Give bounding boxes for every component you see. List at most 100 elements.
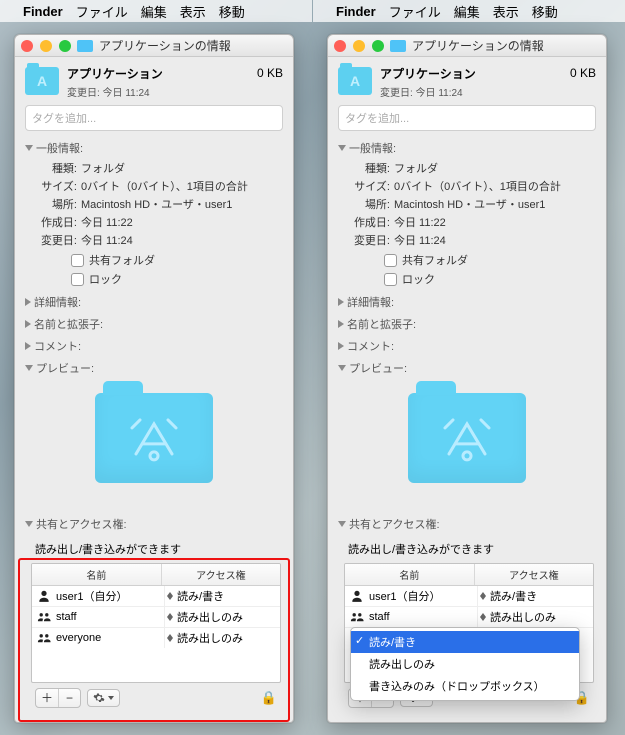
folder-preview-icon <box>408 393 526 483</box>
folder-icon <box>25 67 59 95</box>
locked-checkbox[interactable]: ロック <box>348 268 592 287</box>
section-sharing[interactable]: 共有とアクセス権: <box>21 513 287 535</box>
section-preview[interactable]: プレビュー: <box>334 357 600 379</box>
table-row[interactable]: user1（自分） 読み/書き <box>32 586 280 607</box>
menubar[interactable]: Finder ファイル 編集 表示 移動 <box>0 0 312 22</box>
menu-view[interactable]: 表示 <box>493 2 519 21</box>
shared-folder-checkbox[interactable]: 共有フォルダ <box>35 249 279 268</box>
stepper-icon <box>480 592 487 600</box>
user-icon <box>37 590 51 602</box>
preview-area <box>21 379 287 513</box>
menu-edit[interactable]: 編集 <box>141 2 167 21</box>
dropdown-option[interactable]: 書き込みのみ（ドロップボックス） <box>351 675 579 697</box>
menu-edit[interactable]: 編集 <box>454 2 480 21</box>
section-comments[interactable]: コメント: <box>334 335 600 357</box>
table-row[interactable]: staff読み出しのみ <box>32 607 280 628</box>
zoom-icon[interactable] <box>372 40 384 52</box>
checkbox-icon <box>71 273 84 286</box>
folder-name: アプリケーション <box>67 65 249 82</box>
titlebar-folder-icon <box>390 40 406 52</box>
minimize-icon[interactable] <box>353 40 365 52</box>
titlebar-folder-icon <box>77 40 93 52</box>
menu-go[interactable]: 移動 <box>532 2 558 21</box>
disclosure-open-icon <box>25 145 33 151</box>
permission-cell[interactable]: 読み出しのみ <box>165 628 280 648</box>
menu-file[interactable]: ファイル <box>76 2 128 21</box>
stepper-icon <box>480 613 487 621</box>
remove-button[interactable]: − <box>58 689 80 707</box>
dropdown-option[interactable]: 読み出しのみ <box>351 653 579 675</box>
table-row[interactable]: staff読み出しのみ <box>345 607 593 628</box>
titlebar[interactable]: アプリケーションの情報 <box>15 35 293 57</box>
checkbox-icon <box>71 254 84 267</box>
minimize-icon[interactable] <box>40 40 52 52</box>
traffic-lights[interactable] <box>21 40 71 52</box>
user-name: user1（自分） <box>56 588 128 604</box>
permission-value: 読み出しのみ <box>177 630 243 646</box>
stepper-icon <box>167 634 174 642</box>
section-general[interactable]: 一般情報: <box>21 137 287 159</box>
locked-checkbox[interactable]: ロック <box>35 268 279 287</box>
zoom-icon[interactable] <box>59 40 71 52</box>
size-value: 0バイト（0バイト）、1項目の合計 <box>81 178 248 194</box>
folder-size: 0 KB <box>257 65 283 80</box>
section-nameext[interactable]: 名前と拡張子: <box>334 313 600 335</box>
sharing-hint: 読み出し/書き込みができます <box>344 537 594 563</box>
tags-input[interactable]: タグを追加... <box>338 105 596 131</box>
titlebar[interactable]: アプリケーションの情報 <box>328 35 606 57</box>
dropdown-option[interactable]: 読み/書き <box>351 631 579 653</box>
add-remove-seg: ＋ − <box>35 688 81 708</box>
disclosure-open-icon <box>338 521 346 527</box>
section-nameext[interactable]: 名前と拡張子: <box>21 313 287 335</box>
menubar[interactable]: Finder ファイル 編集 表示 移動 <box>313 0 625 22</box>
sharing-hint: 読み出し/書き込みができます <box>31 537 281 563</box>
menubar-app[interactable]: Finder <box>336 4 376 19</box>
lock-icon[interactable]: 🔒 <box>261 690 277 706</box>
section-more[interactable]: 詳細情報: <box>21 291 287 313</box>
section-general[interactable]: 一般情報: <box>334 137 600 159</box>
checkbox-icon <box>384 254 397 267</box>
col-header-perm[interactable]: アクセス権 <box>162 564 280 585</box>
info-header: アプリケーション 変更日: 今日 11:24 0 KB <box>328 57 606 105</box>
section-preview[interactable]: プレビュー: <box>21 357 287 379</box>
permission-value: 読み出しのみ <box>177 609 243 625</box>
add-button[interactable]: ＋ <box>36 689 58 707</box>
close-icon[interactable] <box>21 40 33 52</box>
table-row[interactable]: user1（自分） 読み/書き <box>345 586 593 607</box>
stepper-icon <box>167 613 174 621</box>
group-icon <box>37 611 51 623</box>
created-value: 今日 11:22 <box>81 214 133 230</box>
permission-dropdown[interactable]: 読み/書き読み出しのみ書き込みのみ（ドロップボックス） <box>350 627 580 701</box>
traffic-lights[interactable] <box>334 40 384 52</box>
disclosure-closed-icon <box>25 342 31 350</box>
section-comments[interactable]: コメント: <box>21 335 287 357</box>
tags-input[interactable]: タグを追加... <box>25 105 283 131</box>
close-icon[interactable] <box>334 40 346 52</box>
info-window: アプリケーションの情報 アプリケーション 変更日: 今日 11:24 0 KB … <box>14 34 294 723</box>
col-header-name[interactable]: 名前 <box>32 564 162 585</box>
stepper-icon <box>167 592 174 600</box>
menu-view[interactable]: 表示 <box>180 2 206 21</box>
section-more[interactable]: 詳細情報: <box>334 291 600 313</box>
col-header-name[interactable]: 名前 <box>345 564 475 585</box>
permission-cell[interactable]: 読み/書き <box>165 586 280 606</box>
permission-cell[interactable]: 読み出しのみ <box>478 607 593 627</box>
permission-cell[interactable]: 読み/書き <box>478 586 593 606</box>
disclosure-closed-icon <box>338 320 344 328</box>
menu-go[interactable]: 移動 <box>219 2 245 21</box>
col-header-perm[interactable]: アクセス権 <box>475 564 593 585</box>
section-sharing[interactable]: 共有とアクセス権: <box>334 513 600 535</box>
permission-value: 読み/書き <box>177 588 224 604</box>
user-icon <box>350 590 364 602</box>
permission-cell[interactable]: 読み出しのみ <box>165 607 280 627</box>
disclosure-open-icon <box>338 145 346 151</box>
user-name: user1（自分） <box>369 588 441 604</box>
menu-file[interactable]: ファイル <box>389 2 441 21</box>
user-name: everyone <box>56 632 101 644</box>
action-menu-button[interactable] <box>87 689 120 707</box>
menubar-app[interactable]: Finder <box>23 4 63 19</box>
shared-folder-checkbox[interactable]: 共有フォルダ <box>348 249 592 268</box>
disclosure-open-icon <box>25 365 33 371</box>
group-icon <box>350 611 364 623</box>
table-row[interactable]: everyone 読み出しのみ <box>32 628 280 648</box>
